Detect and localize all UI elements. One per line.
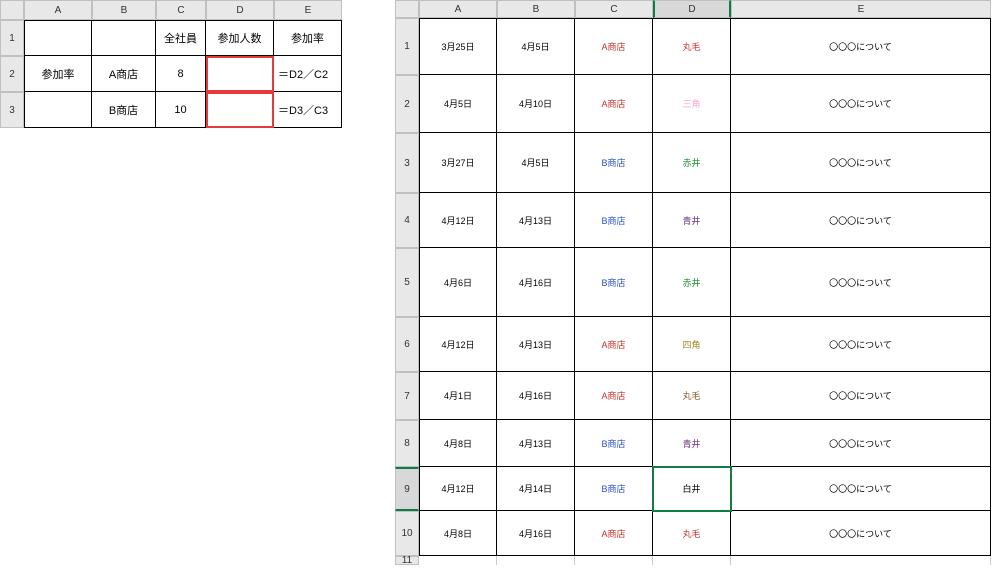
cell-b1[interactable] <box>92 20 156 56</box>
row-header-1[interactable]: 1 <box>0 20 24 56</box>
cell-e5[interactable]: 〇〇〇について <box>731 248 991 317</box>
col-header-e[interactable]: E <box>731 0 991 18</box>
cell-d7[interactable]: 丸毛 <box>653 372 731 420</box>
cell-d10[interactable]: 丸毛 <box>653 511 731 556</box>
cell-c1[interactable]: A商店 <box>575 18 653 75</box>
cell-d8[interactable]: 青井 <box>653 420 731 467</box>
cell-a1[interactable] <box>24 20 92 56</box>
cell-d1[interactable]: 丸毛 <box>653 18 731 75</box>
cell-c1[interactable]: 全社員 <box>156 20 206 56</box>
cell-a1[interactable]: 3月25日 <box>419 18 497 75</box>
cell-c9[interactable]: B商店 <box>575 467 653 511</box>
spreadsheet-right: ABCDE13月25日4月5日A商店丸毛〇〇〇について24月5日4月10日A商店… <box>395 0 999 565</box>
cell-a5[interactable]: 4月6日 <box>419 248 497 317</box>
cell-a6[interactable]: 4月12日 <box>419 317 497 372</box>
cell-b9[interactable]: 4月14日 <box>497 467 575 511</box>
col-header-b[interactable]: B <box>92 0 156 20</box>
cell-c2[interactable]: A商店 <box>575 75 653 133</box>
cell-b3[interactable]: B商店 <box>92 92 156 128</box>
cell-b7[interactable]: 4月16日 <box>497 372 575 420</box>
cell-b1[interactable]: 4月5日 <box>497 18 575 75</box>
cell-d3[interactable]: 赤井 <box>653 133 731 193</box>
cell-d1[interactable]: 参加人数 <box>206 20 274 56</box>
cell-empty[interactable] <box>653 556 731 565</box>
cell-e7[interactable]: 〇〇〇について <box>731 372 991 420</box>
cell-c3[interactable]: B商店 <box>575 133 653 193</box>
cell-a4[interactable]: 4月12日 <box>419 193 497 248</box>
cell-e8[interactable]: 〇〇〇について <box>731 420 991 467</box>
cell-d4[interactable]: 青井 <box>653 193 731 248</box>
cell-e1[interactable]: 参加率 <box>274 20 342 56</box>
cell-e2[interactable]: 〇〇〇について <box>731 75 991 133</box>
row-header-6[interactable]: 6 <box>395 317 419 372</box>
row-header-3[interactable]: 3 <box>0 92 24 128</box>
cell-e4[interactable]: 〇〇〇について <box>731 193 991 248</box>
col-header-d[interactable]: D <box>206 0 274 20</box>
cell-a8[interactable]: 4月8日 <box>419 420 497 467</box>
col-header-a[interactable]: A <box>419 0 497 18</box>
cell-b10[interactable]: 4月16日 <box>497 511 575 556</box>
cell-empty[interactable] <box>419 556 497 565</box>
col-header-d[interactable]: D <box>653 0 731 18</box>
cell-c2[interactable]: 8 <box>156 56 206 92</box>
cell-d5[interactable]: 赤井 <box>653 248 731 317</box>
row-header-4[interactable]: 4 <box>395 193 419 248</box>
col-header-c[interactable]: C <box>575 0 653 18</box>
row-header-10[interactable]: 10 <box>395 511 419 556</box>
cell-e3[interactable]: 〇〇〇について <box>731 133 991 193</box>
cell-c3[interactable]: 10 <box>156 92 206 128</box>
cell-d3[interactable] <box>206 92 274 128</box>
cell-b6[interactable]: 4月13日 <box>497 317 575 372</box>
select-all-corner[interactable] <box>0 0 24 20</box>
cell-b2[interactable]: A商店 <box>92 56 156 92</box>
row-header-2[interactable]: 2 <box>395 75 419 133</box>
cell-empty[interactable] <box>731 556 991 565</box>
cell-b2[interactable]: 4月10日 <box>497 75 575 133</box>
cell-empty[interactable] <box>575 556 653 565</box>
cell-b3[interactable]: 4月5日 <box>497 133 575 193</box>
col-header-b[interactable]: B <box>497 0 575 18</box>
cell-c10[interactable]: A商店 <box>575 511 653 556</box>
cell-c4[interactable]: B商店 <box>575 193 653 248</box>
select-all-corner[interactable] <box>395 0 419 18</box>
row-header-11[interactable]: 11 <box>395 556 419 565</box>
cell-e9[interactable]: 〇〇〇について <box>731 467 991 511</box>
cell-a10[interactable]: 4月8日 <box>419 511 497 556</box>
col-header-e[interactable]: E <box>274 0 342 20</box>
spreadsheet-left: A B C D E 1 全社員 参加人数 参加率 2 参加率 A商店 8 ＝D2… <box>0 0 345 128</box>
cell-c6[interactable]: A商店 <box>575 317 653 372</box>
col-header-c[interactable]: C <box>156 0 206 20</box>
cell-b5[interactable]: 4月16日 <box>497 248 575 317</box>
cell-c8[interactable]: B商店 <box>575 420 653 467</box>
cell-a3[interactable]: 3月27日 <box>419 133 497 193</box>
cell-e10[interactable]: 〇〇〇について <box>731 511 991 556</box>
cell-c7[interactable]: A商店 <box>575 372 653 420</box>
cell-d2[interactable] <box>206 56 274 92</box>
row-header-3[interactable]: 3 <box>395 133 419 193</box>
col-header-a[interactable]: A <box>24 0 92 20</box>
cell-e6[interactable]: 〇〇〇について <box>731 317 991 372</box>
row-header-9[interactable]: 9 <box>395 467 419 511</box>
cell-a9[interactable]: 4月12日 <box>419 467 497 511</box>
cell-b4[interactable]: 4月13日 <box>497 193 575 248</box>
cell-e1[interactable]: 〇〇〇について <box>731 18 991 75</box>
cell-a2[interactable]: 4月5日 <box>419 75 497 133</box>
cell-d6[interactable]: 四角 <box>653 317 731 372</box>
row-header-1[interactable]: 1 <box>395 18 419 75</box>
row-header-5[interactable]: 5 <box>395 248 419 317</box>
cell-a3[interactable] <box>24 92 92 128</box>
cell-c5[interactable]: B商店 <box>575 248 653 317</box>
cell-d9[interactable]: 白井 <box>653 467 731 511</box>
cell-a7[interactable]: 4月1日 <box>419 372 497 420</box>
cell-b8[interactable]: 4月13日 <box>497 420 575 467</box>
row-header-2[interactable]: 2 <box>0 56 24 92</box>
cell-e3[interactable]: ＝D3／C3 <box>274 92 342 128</box>
cell-a2[interactable]: 参加率 <box>24 56 92 92</box>
cell-d2[interactable]: 三角 <box>653 75 731 133</box>
cell-empty[interactable] <box>497 556 575 565</box>
row-header-8[interactable]: 8 <box>395 420 419 467</box>
cell-e2[interactable]: ＝D2／C2 <box>274 56 342 92</box>
row-header-7[interactable]: 7 <box>395 372 419 420</box>
